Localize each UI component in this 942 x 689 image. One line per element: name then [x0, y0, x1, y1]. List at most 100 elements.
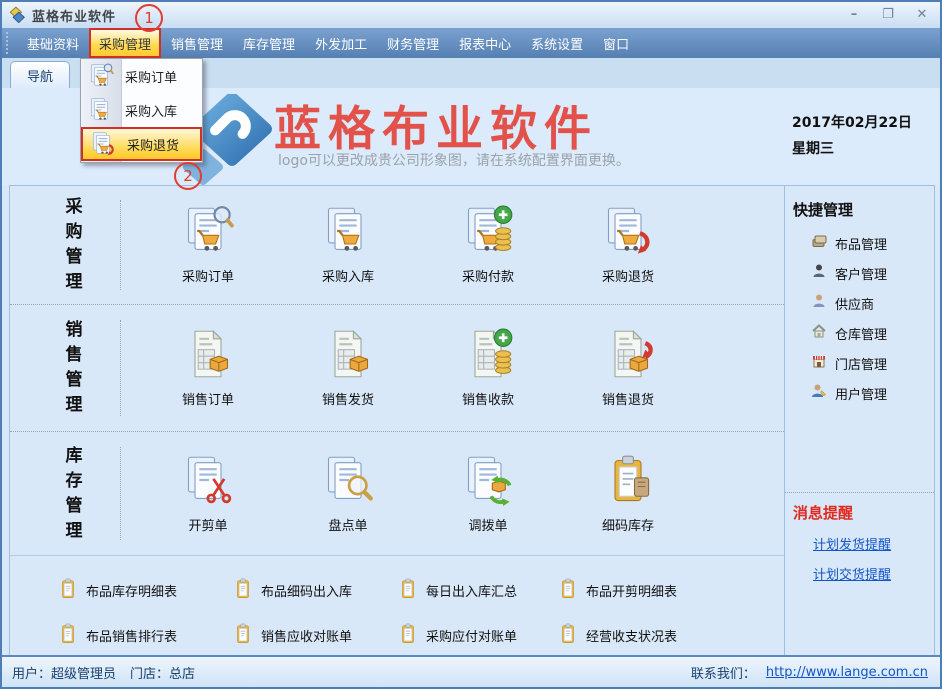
- report-label: 布品销售排行表: [86, 626, 177, 645]
- menu-item-system-settings[interactable]: 系统设置: [521, 28, 593, 58]
- contact-label: 联系我们：: [691, 663, 756, 682]
- shortcut-label: 销售收款: [462, 389, 514, 408]
- sidebar-item-label: 客户管理: [835, 264, 887, 283]
- status-bar: 用户：超级管理员 门店：总店 联系我们： http://www.lange.co…: [2, 655, 940, 687]
- report-fabric-cutting-detail[interactable]: 布品开剪明细表: [557, 578, 784, 604]
- clipboard-icon: [57, 578, 79, 604]
- sidebar-item-customer-mgmt[interactable]: 客户管理: [785, 258, 934, 288]
- date-text: 2017年02月22日: [792, 110, 912, 136]
- doc-cart-return-icon: [83, 131, 123, 157]
- quick-manage-heading: 快捷管理: [793, 199, 934, 220]
- clipboard-icon: [232, 578, 254, 604]
- shortcut-purchase-payment[interactable]: 采购付款: [418, 205, 558, 285]
- clipboard-icon: [397, 578, 419, 604]
- report-label: 经营收支状况表: [586, 626, 677, 645]
- menu-item-sales-mgmt[interactable]: 销售管理: [161, 28, 233, 58]
- doc-cart-search-icon: [81, 63, 121, 89]
- shortcut-label: 采购付款: [462, 266, 514, 285]
- annotation-step-1: 1: [135, 4, 163, 32]
- dropdown-item-purchase-return[interactable]: 采购退货: [81, 127, 202, 161]
- shortcut-sales-order[interactable]: 销售订单: [138, 328, 278, 408]
- store-icon: [811, 353, 827, 373]
- shortcut-cutting-order[interactable]: 开剪单: [138, 454, 278, 534]
- maximize-button[interactable]: ❐: [878, 4, 898, 24]
- link-planned-delivery-reminder[interactable]: 计划发货提醒: [813, 534, 891, 553]
- sidebar-item-fabric-mgmt[interactable]: 布品管理: [785, 228, 934, 258]
- fabric-icon: [811, 233, 827, 253]
- doc-scissors-icon: [182, 454, 234, 510]
- doc-cart-return-icon: [602, 205, 654, 261]
- clipboard-tag-icon: [602, 454, 654, 510]
- shortcut-sales-return[interactable]: 销售退货: [558, 328, 698, 408]
- report-sales-receivable-statement[interactable]: 销售应收对账单: [232, 623, 397, 649]
- close-button[interactable]: ✕: [912, 4, 932, 24]
- dropdown-item-purchase-order[interactable]: 采购订单: [81, 59, 202, 93]
- status-store: 门店：总店: [130, 663, 195, 682]
- window-title: 蓝格布业软件: [32, 6, 116, 25]
- menu-item-finance-mgmt[interactable]: 财务管理: [377, 28, 449, 58]
- sidebar-item-label: 布品管理: [835, 234, 887, 253]
- annotation-step-2: 2: [174, 162, 202, 190]
- shortcut-transfer-order[interactable]: 调拨单: [418, 454, 558, 534]
- doc-pay-icon: [462, 328, 514, 384]
- section-title: 销售管理: [56, 318, 92, 418]
- main-panel: 采购管理采购订单采购入库采购付款采购退货销售管理销售订单销售发货销售收款销售退货…: [9, 185, 935, 657]
- customer-icon: [811, 263, 827, 283]
- contact-website-link[interactable]: http://www.lange.com.cn: [766, 665, 928, 680]
- clipboard-icon: [232, 623, 254, 649]
- clipboard-icon: [557, 623, 579, 649]
- menu-item-report-center[interactable]: 报表中心: [449, 28, 521, 58]
- report-fabric-sales-ranking[interactable]: 布品销售排行表: [57, 623, 232, 649]
- menu-item-window-menu[interactable]: 窗口: [593, 28, 639, 58]
- shortcut-sales-delivery[interactable]: 销售发货: [278, 328, 418, 408]
- sidebar-item-label: 供应商: [835, 294, 874, 313]
- report-business-income-expense[interactable]: 经营收支状况表: [557, 623, 784, 649]
- minimize-button[interactable]: –: [844, 4, 864, 24]
- tab-navigation[interactable]: 导航: [10, 61, 70, 89]
- shortcut-sales-receipt[interactable]: 销售收款: [418, 328, 558, 408]
- shortcut-label: 采购退货: [602, 266, 654, 285]
- doc-cart-search-icon: [182, 205, 234, 261]
- clipboard-icon: [397, 623, 419, 649]
- sidebar-divider: [785, 492, 934, 493]
- doc-box-icon: [322, 328, 374, 384]
- message-reminder-heading: 消息提醒: [793, 502, 853, 523]
- shortcut-label: 销售退货: [602, 389, 654, 408]
- shortcut-stocktake-order[interactable]: 盘点单: [278, 454, 418, 534]
- doc-cart-pay-icon: [462, 205, 514, 261]
- report-label: 采购应付对账单: [426, 626, 517, 645]
- logo-hint-text: logo可以更改成贵公司形象图，请在系统配置界面更换。: [278, 150, 630, 170]
- report-label: 每日出入库汇总: [426, 581, 517, 600]
- menu-item-purchase-mgmt[interactable]: 采购管理: [89, 28, 161, 58]
- shortcut-purchase-order[interactable]: 采购订单: [138, 205, 278, 285]
- report-fabric-code-inout[interactable]: 布品细码出入库: [232, 578, 397, 604]
- report-purchase-payable-statement[interactable]: 采购应付对账单: [397, 623, 557, 649]
- shortcut-label: 销售发货: [322, 389, 374, 408]
- dropdown-item-label: 采购订单: [125, 67, 177, 86]
- shortcut-label: 调拨单: [468, 515, 507, 534]
- menu-item-outsourcing[interactable]: 外发加工: [305, 28, 377, 58]
- link-planned-handover-reminder[interactable]: 计划交货提醒: [813, 564, 891, 583]
- sidebar-item-store-mgmt[interactable]: 门店管理: [785, 348, 934, 378]
- sidebar-item-user-mgmt[interactable]: 用户管理: [785, 378, 934, 408]
- sidebar-item-warehouse-mgmt[interactable]: 仓库管理: [785, 318, 934, 348]
- report-fabric-stock-detail[interactable]: 布品库存明细表: [57, 578, 232, 604]
- shortcut-purchase-return[interactable]: 采购退货: [558, 205, 698, 285]
- menu-item-basic-data[interactable]: 基础资料: [17, 28, 89, 58]
- dropdown-item-purchase-inbound[interactable]: 采购入库: [81, 93, 202, 127]
- shortcut-label: 销售订单: [182, 389, 234, 408]
- report-daily-inout-summary[interactable]: 每日出入库汇总: [397, 578, 557, 604]
- shortcut-label: 采购入库: [322, 266, 374, 285]
- shortcut-label: 采购订单: [182, 266, 234, 285]
- sidebar: 快捷管理 布品管理客户管理供应商仓库管理门店管理用户管理 消息提醒 计划发货提醒…: [784, 186, 934, 656]
- section-divider: [120, 200, 121, 290]
- menu-item-inventory-mgmt[interactable]: 库存管理: [233, 28, 305, 58]
- weekday-text: 星期三: [792, 136, 912, 162]
- sidebar-item-supplier[interactable]: 供应商: [785, 288, 934, 318]
- purchase-menu-dropdown: 采购订单采购入库采购退货: [80, 58, 203, 163]
- doc-box-icon: [182, 328, 234, 384]
- sidebar-item-label: 用户管理: [835, 384, 887, 403]
- purchase-mgmt-section: 采购管理采购订单采购入库采购付款采购退货: [10, 186, 784, 305]
- shortcut-detail-code-stock[interactable]: 细码库存: [558, 454, 698, 534]
- shortcut-purchase-inbound[interactable]: 采购入库: [278, 205, 418, 285]
